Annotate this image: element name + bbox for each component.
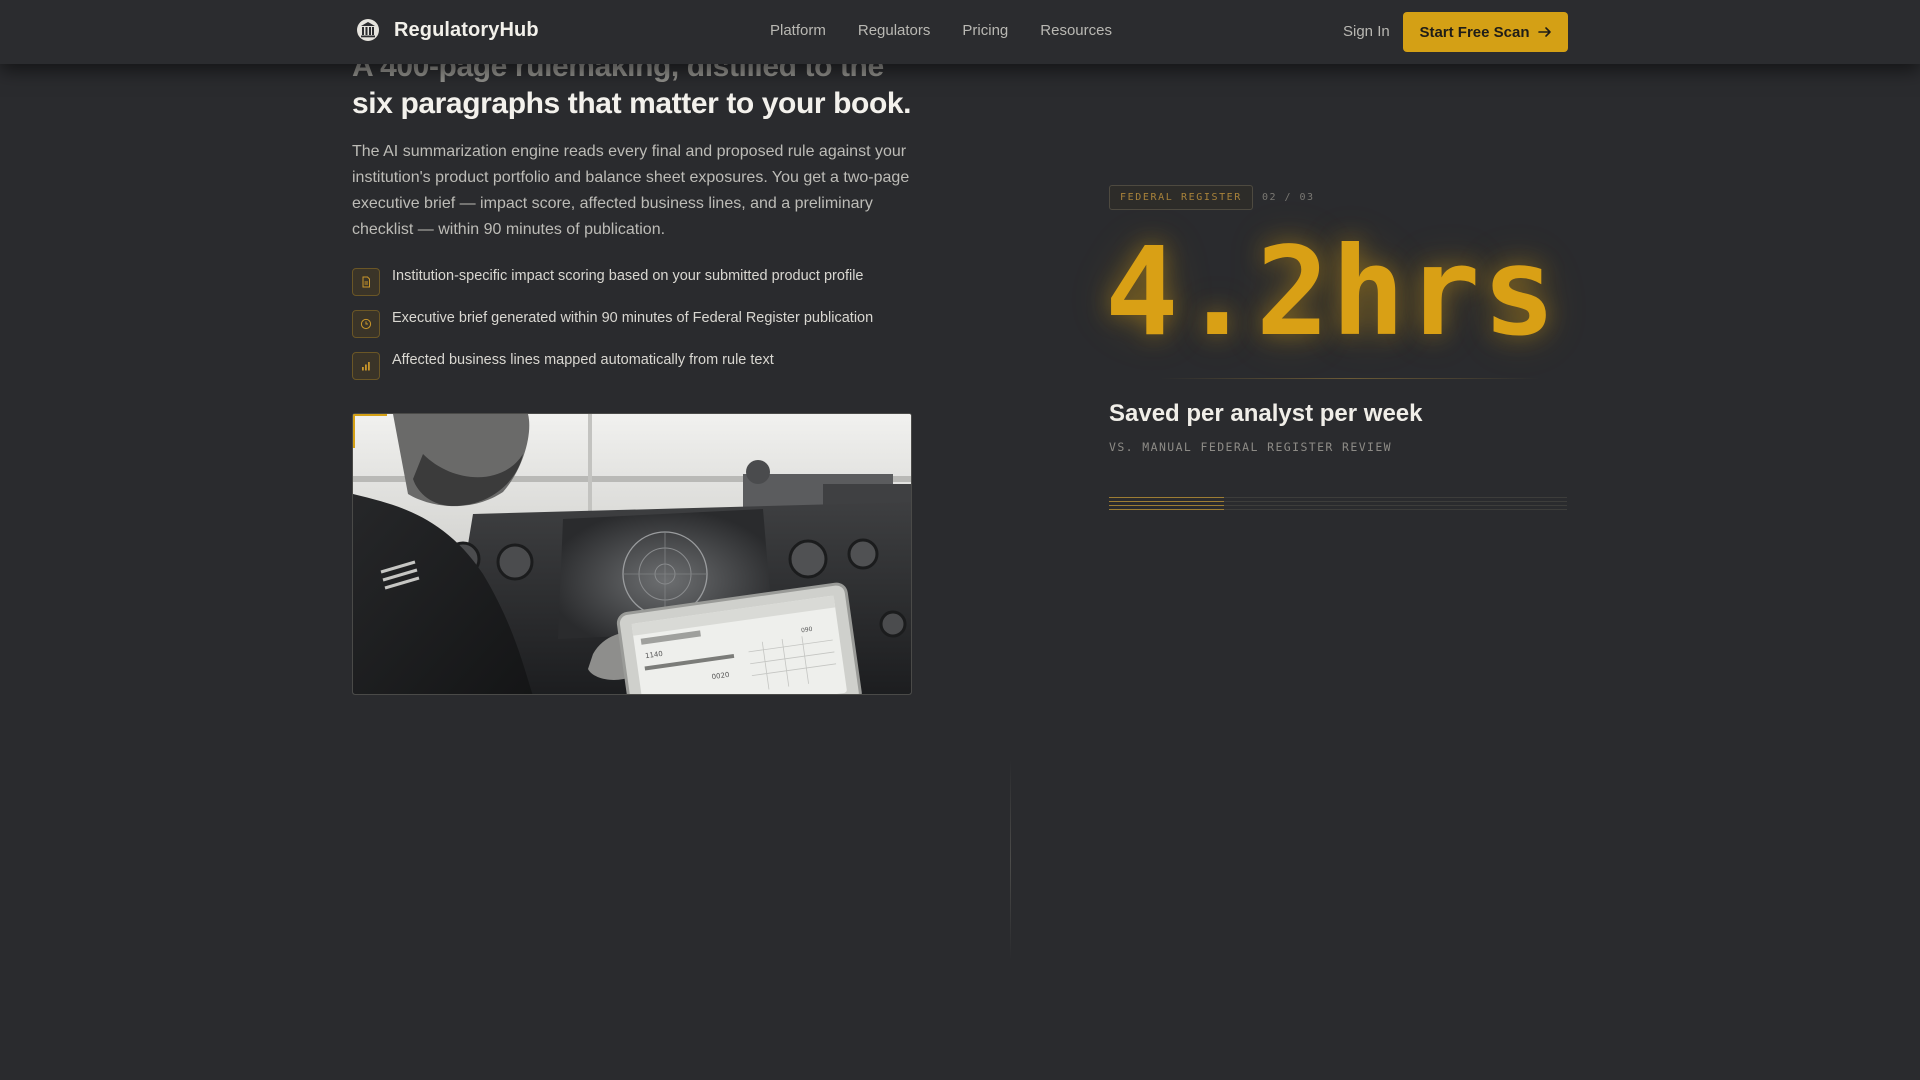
stat-label: Saved per analyst per week [1109, 400, 1423, 427]
source-tag: FEDERAL REGISTER [1109, 185, 1253, 210]
primary-nav: Platform Regulators Pricing Resources [770, 22, 1144, 39]
hero-photo: 1140 0020 090 [352, 413, 912, 695]
cta-label: Start Free Scan [1419, 23, 1530, 41]
arrow-right-icon [1537, 27, 1551, 37]
nav-link-resources[interactable]: Resources [1040, 22, 1112, 39]
stat-tag-row: FEDERAL REGISTER 02 / 03 [1109, 185, 1315, 210]
brand-name: RegulatoryHub [394, 18, 539, 41]
slide-progress-bar [1109, 494, 1567, 510]
feature-item: Affected business lines mapped automatic… [352, 352, 952, 394]
brand-logo[interactable]: RegulatoryHub [356, 18, 539, 42]
progress-fill [1109, 494, 1224, 510]
logo-mark-icon [357, 19, 379, 41]
nav-link-platform[interactable]: Platform [770, 22, 826, 39]
analyst-with-tablet-image: 1140 0020 090 [353, 414, 911, 694]
feature-item: Executive brief generated within 90 minu… [352, 310, 952, 352]
column-divider [1010, 760, 1011, 960]
feature-text: Affected business lines mapped automatic… [392, 352, 774, 368]
hero-description: The AI summarization engine reads every … [352, 143, 910, 238]
clock-icon [352, 310, 380, 338]
big-stat-value: 4.2hrs [1105, 221, 1558, 363]
feature-item: Institution-specific impact scoring base… [352, 268, 952, 310]
document-icon [352, 268, 380, 296]
start-free-scan-button[interactable]: Start Free Scan [1403, 12, 1568, 52]
bar-chart-icon [352, 352, 380, 380]
stat-sublabel: VS. MANUAL FEDERAL REGISTER REVIEW [1109, 440, 1393, 454]
feature-text: Executive brief generated within 90 minu… [392, 310, 874, 326]
slide-counter: 02 / 03 [1261, 192, 1315, 203]
feature-text: Institution-specific impact scoring base… [392, 268, 864, 284]
nav-link-pricing[interactable]: Pricing [962, 22, 1008, 39]
sign-in-link[interactable]: Sign In [1343, 23, 1390, 40]
photo-corner-accent [353, 414, 387, 448]
headline-line-2: six paragraphs that matter to your book. [352, 87, 912, 120]
stat-divider [1160, 378, 1540, 379]
feature-list: Institution-specific impact scoring base… [352, 268, 952, 394]
nav-link-regulators[interactable]: Regulators [858, 22, 931, 39]
top-navbar: RegulatoryHub Platform Regulators Pricin… [0, 0, 1920, 64]
